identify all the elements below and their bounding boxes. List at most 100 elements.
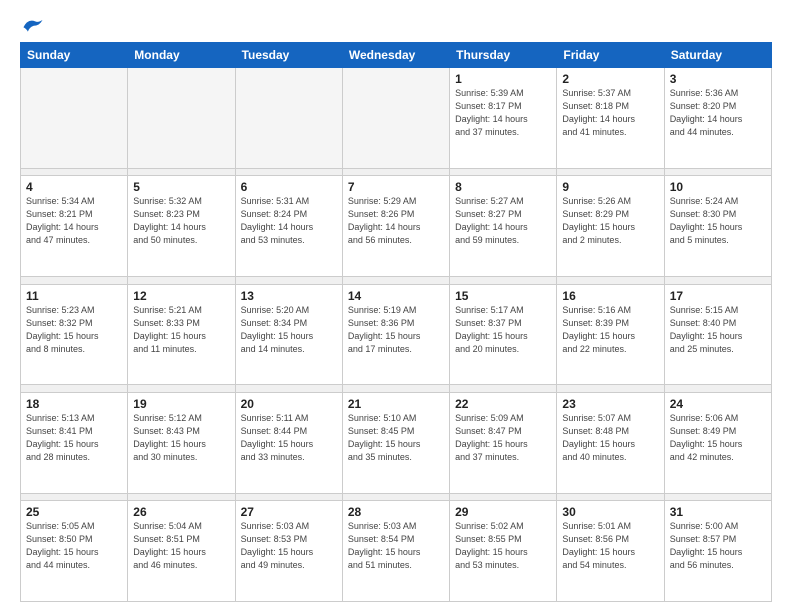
calendar-cell: 31Sunrise: 5:00 AM Sunset: 8:57 PM Dayli… bbox=[664, 501, 771, 602]
day-number: 9 bbox=[562, 180, 658, 194]
day-info: Sunrise: 5:39 AM Sunset: 8:17 PM Dayligh… bbox=[455, 87, 551, 139]
day-info: Sunrise: 5:01 AM Sunset: 8:56 PM Dayligh… bbox=[562, 520, 658, 572]
day-info: Sunrise: 5:02 AM Sunset: 8:55 PM Dayligh… bbox=[455, 520, 551, 572]
day-info: Sunrise: 5:09 AM Sunset: 8:47 PM Dayligh… bbox=[455, 412, 551, 464]
calendar-cell: 20Sunrise: 5:11 AM Sunset: 8:44 PM Dayli… bbox=[235, 392, 342, 493]
day-number: 20 bbox=[241, 397, 337, 411]
calendar-cell: 26Sunrise: 5:04 AM Sunset: 8:51 PM Dayli… bbox=[128, 501, 235, 602]
day-number: 7 bbox=[348, 180, 444, 194]
calendar-cell bbox=[128, 68, 235, 169]
day-info: Sunrise: 5:03 AM Sunset: 8:53 PM Dayligh… bbox=[241, 520, 337, 572]
day-number: 30 bbox=[562, 505, 658, 519]
day-info: Sunrise: 5:13 AM Sunset: 8:41 PM Dayligh… bbox=[26, 412, 122, 464]
day-info: Sunrise: 5:26 AM Sunset: 8:29 PM Dayligh… bbox=[562, 195, 658, 247]
day-number: 28 bbox=[348, 505, 444, 519]
weekday-header-thursday: Thursday bbox=[450, 43, 557, 68]
day-info: Sunrise: 5:37 AM Sunset: 8:18 PM Dayligh… bbox=[562, 87, 658, 139]
day-info: Sunrise: 5:05 AM Sunset: 8:50 PM Dayligh… bbox=[26, 520, 122, 572]
day-number: 24 bbox=[670, 397, 766, 411]
day-number: 3 bbox=[670, 72, 766, 86]
calendar-cell bbox=[342, 68, 449, 169]
day-number: 27 bbox=[241, 505, 337, 519]
calendar-week-3: 11Sunrise: 5:23 AM Sunset: 8:32 PM Dayli… bbox=[21, 284, 772, 385]
week-divider bbox=[21, 493, 772, 501]
day-info: Sunrise: 5:21 AM Sunset: 8:33 PM Dayligh… bbox=[133, 304, 229, 356]
day-info: Sunrise: 5:06 AM Sunset: 8:49 PM Dayligh… bbox=[670, 412, 766, 464]
calendar-cell bbox=[235, 68, 342, 169]
logo-bird-icon bbox=[22, 16, 44, 34]
calendar-cell: 23Sunrise: 5:07 AM Sunset: 8:48 PM Dayli… bbox=[557, 392, 664, 493]
day-info: Sunrise: 5:32 AM Sunset: 8:23 PM Dayligh… bbox=[133, 195, 229, 247]
day-info: Sunrise: 5:23 AM Sunset: 8:32 PM Dayligh… bbox=[26, 304, 122, 356]
calendar-cell: 24Sunrise: 5:06 AM Sunset: 8:49 PM Dayli… bbox=[664, 392, 771, 493]
day-number: 16 bbox=[562, 289, 658, 303]
day-info: Sunrise: 5:00 AM Sunset: 8:57 PM Dayligh… bbox=[670, 520, 766, 572]
calendar-cell: 29Sunrise: 5:02 AM Sunset: 8:55 PM Dayli… bbox=[450, 501, 557, 602]
page-header bbox=[20, 16, 772, 34]
day-number: 13 bbox=[241, 289, 337, 303]
day-number: 8 bbox=[455, 180, 551, 194]
weekday-header-friday: Friday bbox=[557, 43, 664, 68]
calendar-cell: 22Sunrise: 5:09 AM Sunset: 8:47 PM Dayli… bbox=[450, 392, 557, 493]
weekday-header-saturday: Saturday bbox=[664, 43, 771, 68]
calendar-cell: 14Sunrise: 5:19 AM Sunset: 8:36 PM Dayli… bbox=[342, 284, 449, 385]
calendar-week-2: 4Sunrise: 5:34 AM Sunset: 8:21 PM Daylig… bbox=[21, 176, 772, 277]
day-number: 26 bbox=[133, 505, 229, 519]
calendar-week-4: 18Sunrise: 5:13 AM Sunset: 8:41 PM Dayli… bbox=[21, 392, 772, 493]
calendar-cell: 4Sunrise: 5:34 AM Sunset: 8:21 PM Daylig… bbox=[21, 176, 128, 277]
week-divider bbox=[21, 385, 772, 393]
calendar-cell: 10Sunrise: 5:24 AM Sunset: 8:30 PM Dayli… bbox=[664, 176, 771, 277]
day-info: Sunrise: 5:19 AM Sunset: 8:36 PM Dayligh… bbox=[348, 304, 444, 356]
calendar-week-5: 25Sunrise: 5:05 AM Sunset: 8:50 PM Dayli… bbox=[21, 501, 772, 602]
calendar-cell: 27Sunrise: 5:03 AM Sunset: 8:53 PM Dayli… bbox=[235, 501, 342, 602]
calendar-table: SundayMondayTuesdayWednesdayThursdayFrid… bbox=[20, 42, 772, 602]
calendar-cell: 7Sunrise: 5:29 AM Sunset: 8:26 PM Daylig… bbox=[342, 176, 449, 277]
day-number: 25 bbox=[26, 505, 122, 519]
day-info: Sunrise: 5:36 AM Sunset: 8:20 PM Dayligh… bbox=[670, 87, 766, 139]
day-number: 1 bbox=[455, 72, 551, 86]
calendar-week-1: 1Sunrise: 5:39 AM Sunset: 8:17 PM Daylig… bbox=[21, 68, 772, 169]
weekday-header-sunday: Sunday bbox=[21, 43, 128, 68]
day-info: Sunrise: 5:34 AM Sunset: 8:21 PM Dayligh… bbox=[26, 195, 122, 247]
day-number: 4 bbox=[26, 180, 122, 194]
calendar-cell: 17Sunrise: 5:15 AM Sunset: 8:40 PM Dayli… bbox=[664, 284, 771, 385]
calendar-cell: 16Sunrise: 5:16 AM Sunset: 8:39 PM Dayli… bbox=[557, 284, 664, 385]
day-number: 23 bbox=[562, 397, 658, 411]
day-number: 31 bbox=[670, 505, 766, 519]
day-number: 6 bbox=[241, 180, 337, 194]
day-info: Sunrise: 5:03 AM Sunset: 8:54 PM Dayligh… bbox=[348, 520, 444, 572]
day-info: Sunrise: 5:07 AM Sunset: 8:48 PM Dayligh… bbox=[562, 412, 658, 464]
calendar-cell: 30Sunrise: 5:01 AM Sunset: 8:56 PM Dayli… bbox=[557, 501, 664, 602]
calendar-cell: 8Sunrise: 5:27 AM Sunset: 8:27 PM Daylig… bbox=[450, 176, 557, 277]
calendar-cell: 19Sunrise: 5:12 AM Sunset: 8:43 PM Dayli… bbox=[128, 392, 235, 493]
day-number: 18 bbox=[26, 397, 122, 411]
day-number: 12 bbox=[133, 289, 229, 303]
week-divider bbox=[21, 276, 772, 284]
calendar-cell: 25Sunrise: 5:05 AM Sunset: 8:50 PM Dayli… bbox=[21, 501, 128, 602]
calendar-cell: 12Sunrise: 5:21 AM Sunset: 8:33 PM Dayli… bbox=[128, 284, 235, 385]
day-info: Sunrise: 5:16 AM Sunset: 8:39 PM Dayligh… bbox=[562, 304, 658, 356]
week-divider bbox=[21, 168, 772, 176]
day-info: Sunrise: 5:12 AM Sunset: 8:43 PM Dayligh… bbox=[133, 412, 229, 464]
day-number: 22 bbox=[455, 397, 551, 411]
day-info: Sunrise: 5:15 AM Sunset: 8:40 PM Dayligh… bbox=[670, 304, 766, 356]
calendar-cell: 3Sunrise: 5:36 AM Sunset: 8:20 PM Daylig… bbox=[664, 68, 771, 169]
day-info: Sunrise: 5:31 AM Sunset: 8:24 PM Dayligh… bbox=[241, 195, 337, 247]
calendar-cell: 2Sunrise: 5:37 AM Sunset: 8:18 PM Daylig… bbox=[557, 68, 664, 169]
day-number: 21 bbox=[348, 397, 444, 411]
day-info: Sunrise: 5:10 AM Sunset: 8:45 PM Dayligh… bbox=[348, 412, 444, 464]
weekday-header-wednesday: Wednesday bbox=[342, 43, 449, 68]
calendar-cell: 15Sunrise: 5:17 AM Sunset: 8:37 PM Dayli… bbox=[450, 284, 557, 385]
calendar-cell: 28Sunrise: 5:03 AM Sunset: 8:54 PM Dayli… bbox=[342, 501, 449, 602]
day-info: Sunrise: 5:29 AM Sunset: 8:26 PM Dayligh… bbox=[348, 195, 444, 247]
weekday-header-monday: Monday bbox=[128, 43, 235, 68]
day-number: 15 bbox=[455, 289, 551, 303]
day-number: 14 bbox=[348, 289, 444, 303]
logo bbox=[20, 16, 44, 34]
calendar-cell: 9Sunrise: 5:26 AM Sunset: 8:29 PM Daylig… bbox=[557, 176, 664, 277]
calendar-cell: 6Sunrise: 5:31 AM Sunset: 8:24 PM Daylig… bbox=[235, 176, 342, 277]
day-number: 2 bbox=[562, 72, 658, 86]
calendar-cell bbox=[21, 68, 128, 169]
day-number: 5 bbox=[133, 180, 229, 194]
day-info: Sunrise: 5:20 AM Sunset: 8:34 PM Dayligh… bbox=[241, 304, 337, 356]
